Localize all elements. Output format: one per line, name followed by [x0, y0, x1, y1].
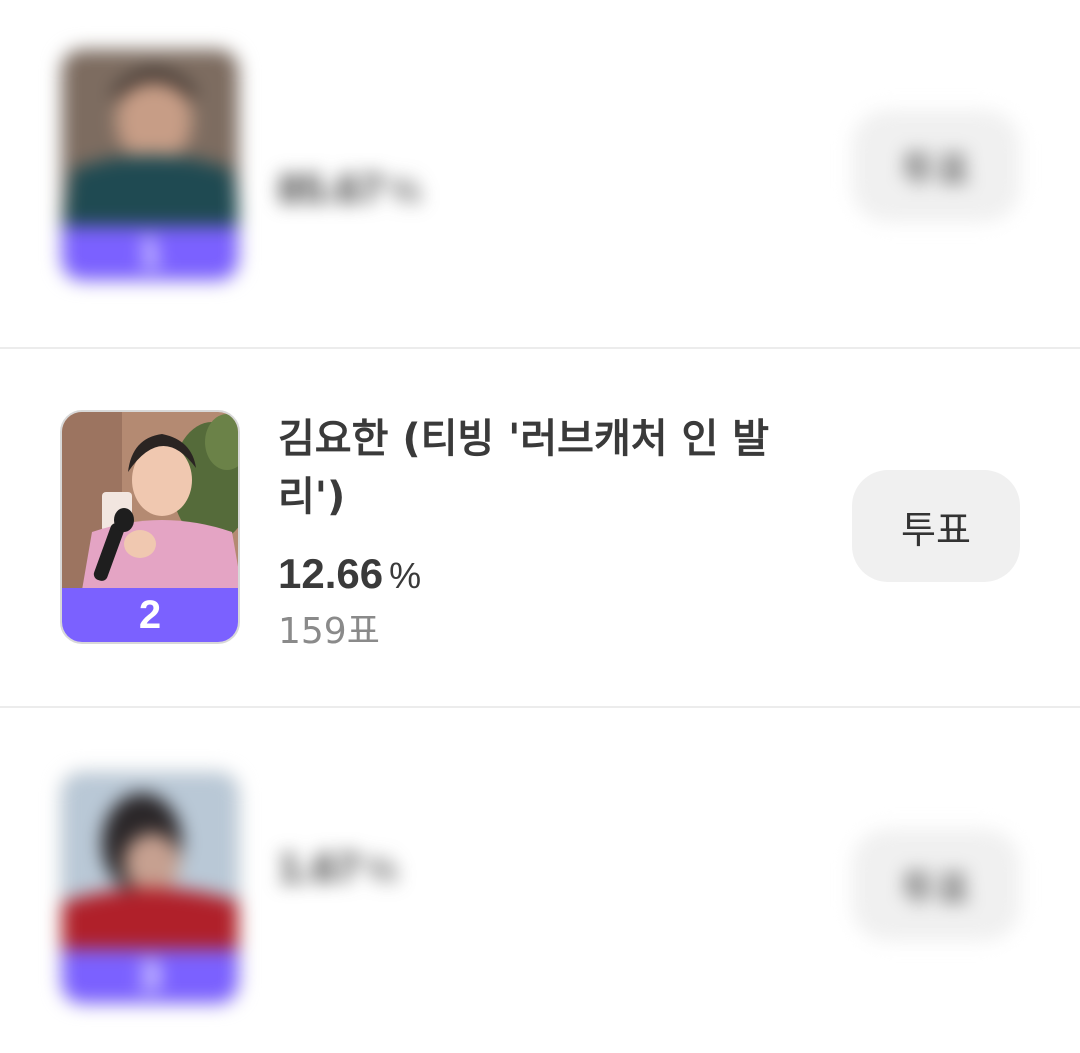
percent-unit: % — [389, 555, 422, 596]
row-divider — [0, 706, 1080, 708]
vote-button[interactable]: 투표 — [852, 829, 1020, 941]
vote-percentage: 85.67% — [278, 165, 421, 213]
vote-percentage: 1.67% — [278, 844, 398, 892]
candidate-photo: 2 — [60, 410, 240, 644]
vote-count: 159표 — [278, 611, 380, 652]
vote-percentage: 12.66% — [278, 550, 421, 598]
person-photo-icon — [62, 773, 238, 951]
percent-value: 12.66 — [278, 550, 384, 597]
candidate-photo: 3 — [60, 771, 240, 1005]
candidate-photo: 1 — [60, 48, 240, 282]
percent-value: 1.67 — [278, 844, 360, 891]
row-divider — [0, 347, 1080, 349]
candidate-row-3: 3 1.67% 투표 — [0, 709, 1080, 1053]
percent-value: 85.67 — [278, 165, 384, 212]
person-photo-icon — [62, 412, 238, 590]
candidate-row-2: 2 김요한 (티빙 '러브캐처 인 발리') 12.66% 159표 투표 — [0, 350, 1080, 707]
percent-unit: % — [365, 849, 398, 890]
vote-button[interactable]: 투표 — [852, 110, 1020, 222]
vote-button[interactable]: 투표 — [852, 470, 1020, 582]
candidate-photo-image — [62, 50, 238, 228]
candidate-row-1: 1 85.67% 투표 — [0, 0, 1080, 348]
rank-badge: 3 — [62, 949, 238, 1003]
candidate-name: 김요한 (티빙 '러브캐처 인 발리') — [278, 416, 770, 520]
candidate-photo-image — [62, 773, 238, 951]
percent-unit: % — [389, 170, 422, 211]
rank-badge: 2 — [62, 588, 238, 642]
rank-badge: 1 — [62, 226, 238, 280]
person-photo-icon — [62, 50, 238, 228]
candidate-photo-image — [62, 412, 238, 590]
